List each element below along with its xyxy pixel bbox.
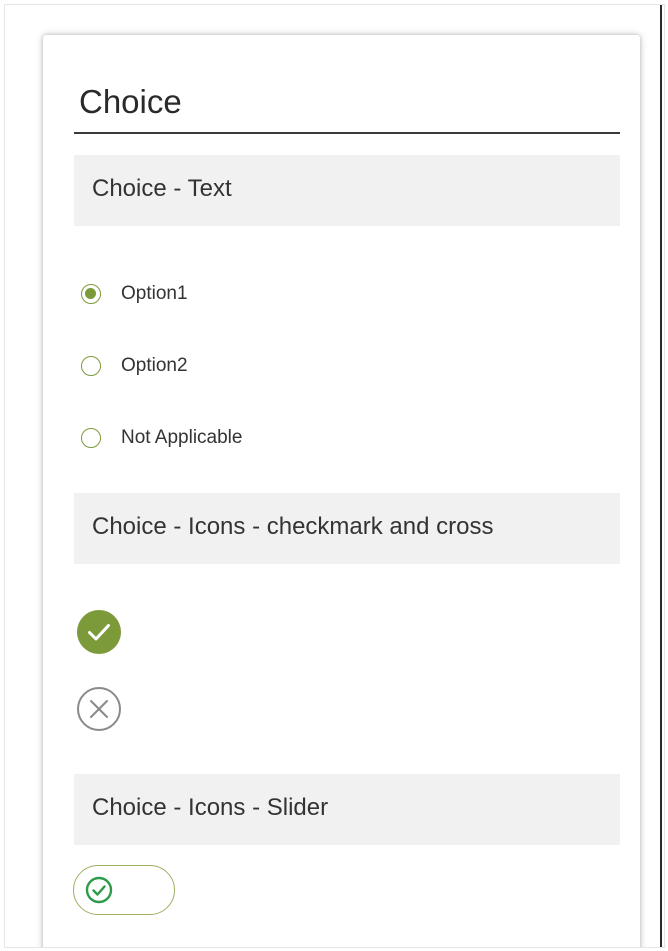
form-title: Choice: [79, 83, 182, 120]
page-frame: Choice Choice - Text Option1 Option2 Not…: [4, 4, 665, 948]
radio-button[interactable]: [81, 428, 101, 448]
section-label: Choice - Icons - Slider: [92, 794, 329, 821]
section-header-choice-icons: Choice - Icons - checkmark and cross: [74, 493, 620, 564]
window-edge-divider: [660, 5, 662, 947]
form-card: Choice Choice - Text Option1 Option2 Not…: [43, 35, 640, 947]
radio-button-checked[interactable]: [81, 284, 101, 304]
section-header-choice-slider: Choice - Icons - Slider: [74, 774, 620, 845]
choice-slider-toggle[interactable]: [73, 865, 175, 915]
title-underline: [74, 132, 620, 134]
section-header-choice-text: Choice - Text: [74, 155, 620, 226]
radio-option-not-applicable[interactable]: Not Applicable: [81, 425, 242, 451]
check-circle-filled-icon: [77, 610, 121, 654]
check-circle-outline-icon: [85, 876, 113, 904]
cross-choice-button[interactable]: [76, 686, 122, 732]
radio-label: Option1: [121, 283, 188, 304]
radio-button[interactable]: [81, 356, 101, 376]
section-label: Choice - Text: [92, 175, 232, 202]
radio-label: Not Applicable: [121, 427, 243, 448]
radio-option-2[interactable]: Option2: [81, 353, 188, 379]
cross-circle-outline-icon: [77, 687, 121, 731]
radio-option-1[interactable]: Option1: [81, 281, 188, 307]
radio-label: Option2: [121, 355, 188, 376]
checkmark-choice-button[interactable]: [76, 609, 122, 655]
section-label: Choice - Icons - checkmark and cross: [92, 513, 494, 540]
